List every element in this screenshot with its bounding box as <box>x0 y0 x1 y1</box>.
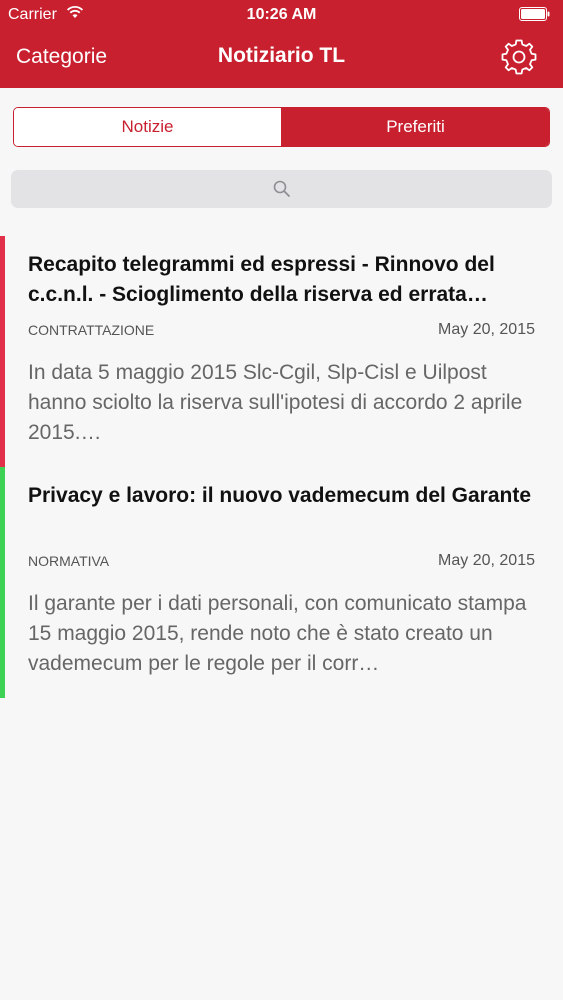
item-category: CONTRATTAZIONE <box>28 322 155 338</box>
content: Notizie Preferiti Recapito telegrammi ed… <box>0 88 563 1000</box>
segmented-control: Notizie Preferiti <box>13 107 550 147</box>
gear-icon[interactable] <box>500 38 538 76</box>
search-icon <box>273 180 290 197</box>
tab-notizie[interactable]: Notizie <box>14 108 282 146</box>
status-time: 10:26 AM <box>246 6 317 23</box>
battery-icon <box>519 7 550 21</box>
item-summary: Il garante per i dati personali, con com… <box>28 592 527 675</box>
news-list: Recapito telegrammi ed espressi - Rinnov… <box>0 236 563 698</box>
search-input[interactable] <box>11 170 552 208</box>
nav-bar: Categorie Notiziario TL <box>0 30 563 88</box>
tab-preferiti[interactable]: Preferiti <box>282 108 549 146</box>
item-title: Recapito telegrammi ed espressi - Rinnov… <box>28 253 495 306</box>
item-category: NORMATIVA <box>28 553 110 569</box>
status-bar: Carrier 10:26 AM <box>0 0 563 30</box>
item-date: May 20, 2015 <box>438 321 535 338</box>
item-summary: In data 5 maggio 2015 Slc-Cgil, Slp-Cisl… <box>28 361 523 444</box>
list-item[interactable]: Privacy e lavoro: il nuovo vademecum del… <box>0 467 563 698</box>
category-color-bar <box>0 236 5 467</box>
list-item[interactable]: Recapito telegrammi ed espressi - Rinnov… <box>0 236 563 467</box>
header: Carrier 10:26 AM Categorie Notiziario TL <box>0 0 563 88</box>
category-color-bar <box>0 467 5 698</box>
page-title: Notiziario TL <box>217 44 346 67</box>
item-title: Privacy e lavoro: il nuovo vademecum del… <box>28 484 532 507</box>
item-date: May 20, 2015 <box>438 552 535 569</box>
